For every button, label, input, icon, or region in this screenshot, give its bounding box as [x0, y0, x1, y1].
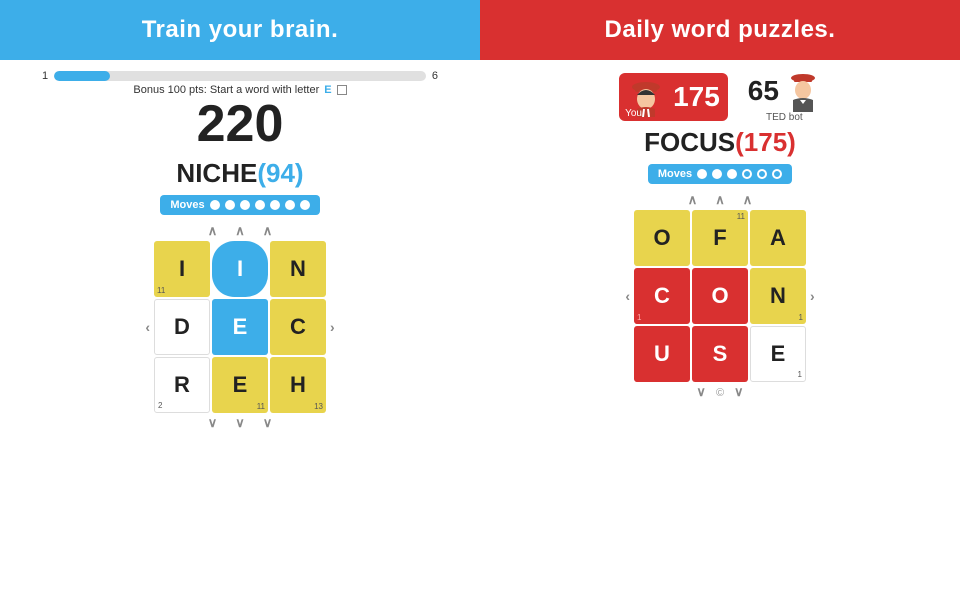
left-down-arrow-1[interactable]: ∨: [200, 415, 226, 431]
move-dot-2: [225, 200, 235, 210]
left-up-arrow-1[interactable]: ∧: [200, 223, 226, 239]
left-up-arrow-3[interactable]: ∧: [255, 223, 281, 239]
left-moves-row: Moves: [160, 195, 319, 215]
right-banner-text: Daily word puzzles.: [605, 16, 836, 44]
grid-cell-4: E: [212, 299, 268, 355]
left-bottom-arrows: ∨ ∨ ∨: [174, 415, 307, 431]
player-ted-score: 65: [748, 75, 779, 107]
left-banner-text: Train your brain.: [142, 16, 339, 44]
move-dot-1: [210, 200, 220, 210]
left-banner: Train your brain.: [0, 0, 480, 60]
rgrid-cell-1: 11 F: [692, 210, 748, 266]
player-you-label: You: [625, 108, 642, 119]
progress-bar-row: 1 6: [42, 70, 438, 82]
left-grid-nav: ‹ 11 I I N D: [141, 241, 338, 413]
right-word-title: FOCUS(175): [644, 127, 796, 158]
right-bottom-row: ∨ © ∨: [688, 384, 751, 400]
right-top-arrows: ∧ ∧ ∧: [654, 192, 787, 208]
player-you-card: 175 You: [619, 73, 728, 121]
bonus-checkbox[interactable]: [337, 85, 347, 95]
copyright: ©: [716, 387, 724, 399]
players-section: 175 You 65: [500, 70, 940, 123]
grid-cell-7: 11 E: [212, 357, 268, 413]
player-ted-card: 65 TED bot: [748, 70, 821, 123]
right-grid-nav: ‹ O 11 F A 1 C: [621, 210, 818, 382]
right-move-dot-1: [697, 169, 707, 179]
player-you-score: 175: [673, 81, 720, 113]
right-moves-label: Moves: [658, 168, 692, 180]
right-down-arrow-1[interactable]: ∨: [688, 384, 714, 400]
left-down-arrow-3[interactable]: ∨: [255, 415, 281, 431]
right-move-dot-4: [742, 169, 752, 179]
grid-cell-6: 2 R: [154, 357, 210, 413]
progress-bar-bg: [54, 71, 426, 81]
score-number: 220: [197, 98, 284, 150]
right-move-dot-3: [727, 169, 737, 179]
right-move-dot-2: [712, 169, 722, 179]
player-ted-label: TED bot: [766, 112, 803, 123]
progress-end: 6: [432, 70, 438, 82]
grid-cell-2: N: [270, 241, 326, 297]
left-moves-label: Moves: [170, 199, 204, 211]
left-left-btn[interactable]: ‹: [141, 315, 154, 339]
left-up-arrow-2[interactable]: ∧: [227, 223, 253, 239]
left-panel: 1 6 Bonus 100 pts: Start a word with let…: [0, 60, 480, 609]
right-grid-container: ∧ ∧ ∧ ‹ O 11 F A: [621, 192, 818, 400]
left-word: NICHE: [176, 158, 257, 188]
left-down-arrow-2[interactable]: ∨: [227, 415, 253, 431]
right-up-arrow-1[interactable]: ∧: [680, 192, 706, 208]
progress-section: 1 6 Bonus 100 pts: Start a word with let…: [20, 70, 460, 154]
grid-cell-8: 13 H: [270, 357, 326, 413]
rgrid-cell-7: S: [692, 326, 748, 382]
right-up-arrow-3[interactable]: ∧: [735, 192, 761, 208]
main-row: 1 6 Bonus 100 pts: Start a word with let…: [0, 60, 960, 609]
grid-cell-0: 11 I: [154, 241, 210, 297]
left-grid-container: ∧ ∧ ∧ ‹ 11 I I N: [141, 223, 338, 431]
avatar-ted: [785, 70, 821, 112]
right-left-btn[interactable]: ‹: [621, 284, 634, 308]
right-panel: 175 You 65: [480, 60, 960, 609]
right-move-dot-5: [757, 169, 767, 179]
move-dot-6: [285, 200, 295, 210]
progress-start: 1: [42, 70, 48, 82]
progress-bar-fill: [54, 71, 110, 81]
rgrid-cell-3: 1 C: [634, 268, 690, 324]
grid-cell-5: C: [270, 299, 326, 355]
right-right-btn[interactable]: ›: [806, 284, 819, 308]
left-word-score: (94): [257, 158, 303, 188]
move-dot-3: [240, 200, 250, 210]
move-dot-5: [270, 200, 280, 210]
right-word-score: (175): [735, 127, 796, 157]
rgrid-cell-5: 1 N: [750, 268, 806, 324]
left-word-grid: 11 I I N D E: [154, 241, 326, 413]
left-word-title: NICHE(94): [176, 158, 303, 189]
right-up-arrow-2[interactable]: ∧: [707, 192, 733, 208]
player-you: 175 You: [619, 73, 728, 121]
header-row: Train your brain. Daily word puzzles.: [0, 0, 960, 60]
rgrid-cell-0: O: [634, 210, 690, 266]
right-banner: Daily word puzzles.: [480, 0, 960, 60]
move-dot-7: [300, 200, 310, 210]
left-top-arrows: ∧ ∧ ∧: [174, 223, 307, 239]
right-move-dot-6: [772, 169, 782, 179]
left-right-btn[interactable]: ›: [326, 315, 339, 339]
move-dot-4: [255, 200, 265, 210]
rgrid-cell-6: U: [634, 326, 690, 382]
rgrid-cell-8: 1 E: [750, 326, 806, 382]
rgrid-cell-4: O: [692, 268, 748, 324]
right-down-arrow-2[interactable]: ∨: [726, 384, 752, 400]
right-word: FOCUS: [644, 127, 735, 157]
grid-cell-3: D: [154, 299, 210, 355]
rgrid-cell-2: A: [750, 210, 806, 266]
right-moves-row: Moves: [648, 164, 792, 184]
right-word-grid: O 11 F A 1 C O: [634, 210, 806, 382]
grid-cell-1: I: [212, 241, 268, 297]
bonus-letter: E: [324, 84, 331, 96]
